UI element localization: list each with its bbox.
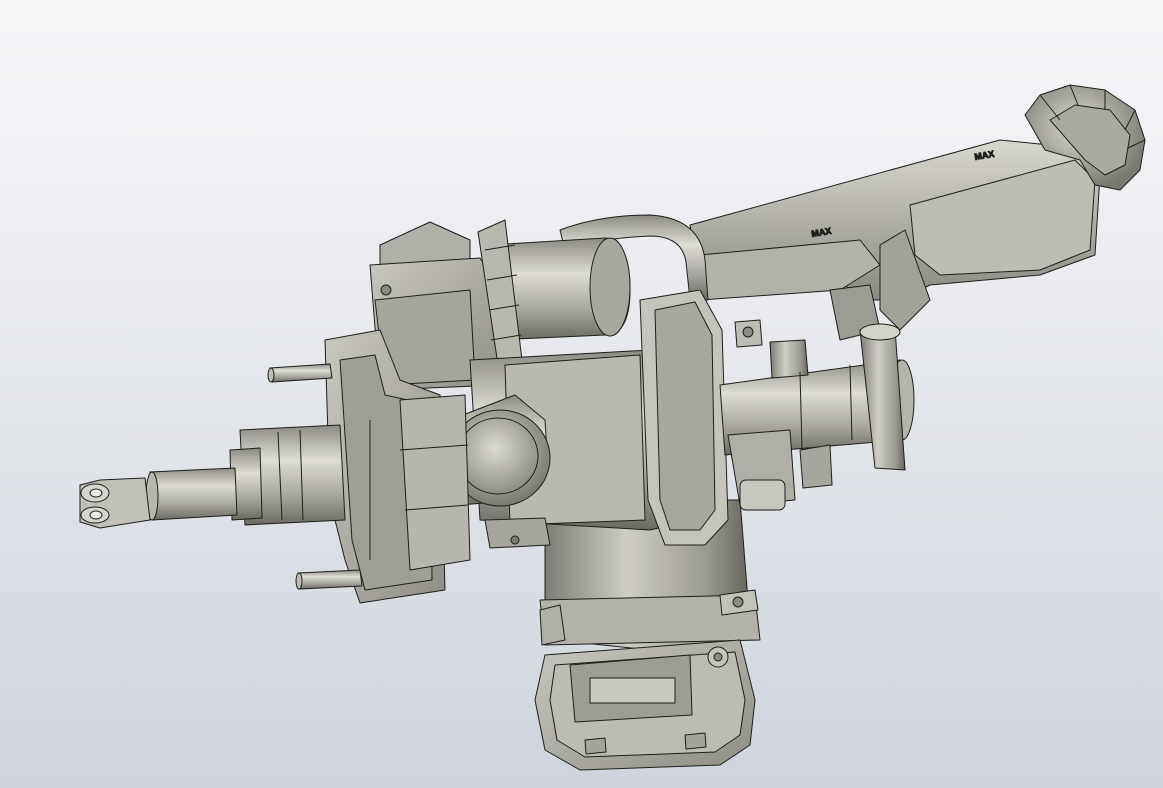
canister	[477, 219, 631, 366]
push-rod	[79, 424, 346, 529]
right-flange	[639, 289, 729, 546]
brake-booster-assembly-model[interactable]: MAX MAX	[0, 0, 1163, 788]
ecu-module	[534, 639, 756, 771]
sensor-connector	[727, 429, 796, 511]
cad-viewport[interactable]: MAX MAX	[0, 0, 1163, 788]
mounting-arm: MAX MAX	[689, 139, 1101, 341]
